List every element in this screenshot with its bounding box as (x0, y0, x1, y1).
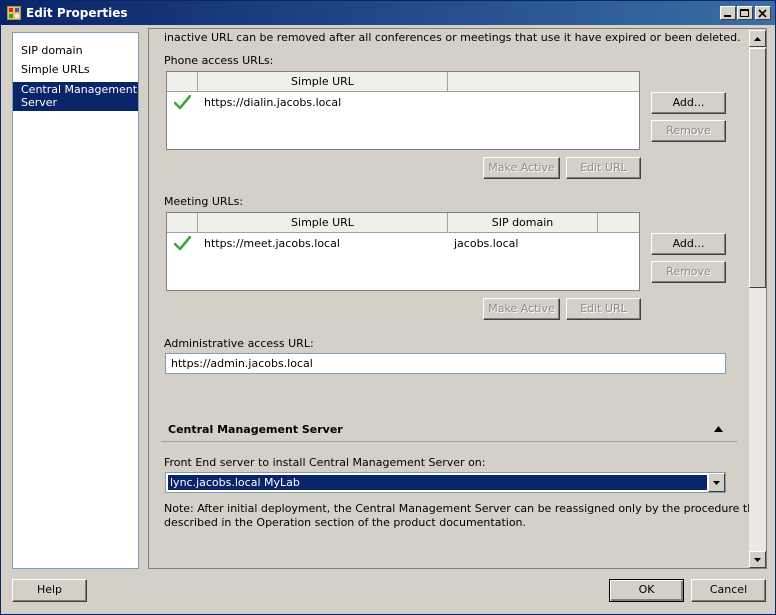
scroll-up-icon (754, 37, 761, 41)
phone-urls-label: Phone access URLs: (164, 54, 274, 67)
maximize-button[interactable] (737, 6, 753, 20)
phone-add-button[interactable]: Add... (651, 92, 726, 114)
column-header-status (167, 72, 198, 92)
admin-url-input[interactable]: https://admin.jacobs.local (165, 353, 726, 374)
phone-urls-grid-header: Simple URL (167, 72, 639, 92)
scroll-down-icon (754, 558, 761, 562)
front-end-server-label: Front End server to install Central Mana… (164, 456, 486, 469)
front-end-server-select[interactable]: lync.jacobs.local MyLab (165, 472, 726, 493)
column-header-simple-url[interactable]: Simple URL (198, 213, 448, 233)
meeting-urls-label: Meeting URLs: (164, 195, 244, 208)
phone-url-cell: https://dialin.jacobs.local (204, 96, 342, 109)
scroll-down-button[interactable] (749, 551, 766, 568)
window-title: Edit Properties (26, 6, 128, 20)
column-header-empty (448, 72, 639, 92)
ok-button[interactable]: OK (609, 579, 684, 602)
table-row[interactable]: https://dialin.jacobs.local (167, 93, 639, 113)
active-check-icon (174, 236, 191, 251)
cms-section-title: Central Management Server (168, 423, 343, 436)
meeting-add-button[interactable]: Add... (651, 233, 726, 255)
vertical-scrollbar[interactable] (749, 30, 766, 568)
meeting-remove-button[interactable]: Remove (651, 261, 726, 283)
meeting-url-cell: https://meet.jacobs.local (204, 237, 340, 250)
close-button[interactable] (755, 6, 771, 20)
meeting-urls-grid[interactable]: Simple URL SIP domain https://meet.jacob… (166, 212, 640, 291)
active-check-icon (174, 95, 191, 110)
scroll-thumb[interactable] (749, 48, 766, 288)
meeting-sip-domain-cell: jacobs.local (454, 237, 519, 250)
meeting-make-active-button[interactable]: Make Active (483, 298, 560, 320)
chevron-down-icon (713, 481, 720, 485)
sidebar-item-simple-urls[interactable]: Simple URLs (13, 63, 138, 76)
column-header-sip-domain[interactable]: SIP domain (448, 213, 598, 233)
cancel-button[interactable]: Cancel (691, 579, 766, 602)
column-header-status (167, 213, 198, 233)
cms-note-line-1: Note: After initial deployment, the Cent… (164, 502, 767, 515)
scroll-up-button[interactable] (749, 30, 766, 47)
help-button[interactable]: Help (12, 579, 87, 602)
phone-urls-grid[interactable]: Simple URL https://dialin.jacobs.local (166, 71, 640, 150)
phone-remove-button[interactable]: Remove (651, 120, 726, 142)
app-icon (7, 6, 21, 20)
dropdown-button[interactable] (708, 473, 725, 492)
column-header-simple-url[interactable]: Simple URL (198, 72, 448, 92)
minimize-icon (724, 15, 731, 17)
table-row[interactable]: https://meet.jacobs.local jacobs.local (167, 234, 639, 254)
phone-make-active-button[interactable]: Make Active (483, 157, 560, 179)
minimize-button[interactable] (720, 6, 736, 20)
cms-note-line-2: described in the Operation section of th… (164, 516, 527, 529)
sidebar-item-central-management-server[interactable]: Central Management Server (13, 82, 138, 111)
collapse-arrow-icon[interactable] (714, 426, 723, 432)
phone-edit-url-button[interactable]: Edit URL (566, 157, 641, 179)
maximize-icon (740, 9, 749, 17)
front-end-server-selected-value: lync.jacobs.local MyLab (168, 475, 707, 490)
edit-properties-window: Edit Properties SIP domain Simple URLs C… (0, 0, 776, 615)
sidebar-nav: SIP domain Simple URLs Central Managemen… (12, 32, 139, 569)
properties-content-panel: inactive URL can be removed after all co… (148, 28, 767, 569)
title-bar[interactable]: Edit Properties (1, 1, 775, 25)
close-icon (758, 9, 767, 18)
admin-url-label: Administrative access URL: (164, 337, 314, 350)
cms-section-header[interactable]: Central Management Server (161, 417, 737, 442)
meeting-urls-grid-header: Simple URL SIP domain (167, 213, 639, 233)
column-header-empty (598, 213, 639, 233)
meeting-edit-url-button[interactable]: Edit URL (566, 298, 641, 320)
intro-text: inactive URL can be removed after all co… (164, 31, 741, 44)
sidebar-item-sip-domain[interactable]: SIP domain (13, 44, 138, 57)
